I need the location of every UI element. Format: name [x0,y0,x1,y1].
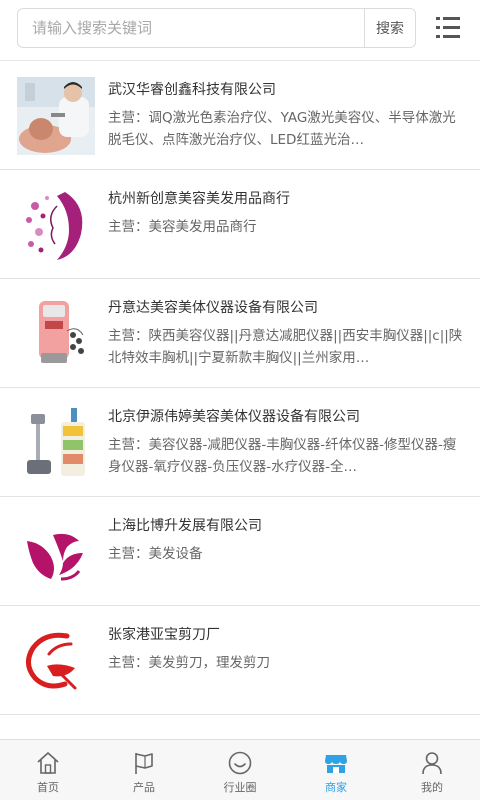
company-item[interactable]: 张家港亚宝剪刀厂 主营：美发剪刀，理发剪刀 [0,606,480,715]
header: 搜索 [0,0,480,60]
flag-icon [135,753,153,774]
nav-mine-label: 我的 [421,781,443,794]
company-description: 主营：调Q激光色素治疗仪、YAG激光美容仪、半导体激光脱毛仪、点阵激光治疗仪、L… [108,110,456,148]
company-thumbnail-magenta-logo [17,513,95,591]
company-item[interactable]: 北京伊源伟婷美容美体仪器设备有限公司 主营：美容仪器-减肥仪器-丰胸仪器-纤体仪… [0,388,480,497]
company-description: 主营：美容美发用品商行 [108,219,257,235]
company-thumbnail-laser-treatment [17,77,95,155]
company-description: 主营：陕西美容仪器||丹意达减肥仪器||西安丰胸仪器||c||陕北特效丰胸机||… [108,328,463,366]
nav-products-label: 产品 [133,781,155,794]
nav-circle[interactable]: 行业圈 [192,740,288,800]
company-thumbnail-beauty-device [17,295,95,373]
search-input[interactable] [18,9,366,47]
nav-home[interactable]: 首页 [0,740,96,800]
smile-icon [228,751,252,775]
company-thumbnail-floral-face [17,186,95,264]
company-name[interactable]: 丹意达美容美体仪器设备有限公司 [108,298,468,318]
company-name[interactable]: 张家港亚宝剪刀厂 [108,625,468,645]
bottom-nav: 首页 产品 行业圈 商家 我的 [0,739,480,800]
nav-mine[interactable]: 我的 [384,740,480,800]
company-item[interactable]: 丹意达美容美体仪器设备有限公司 主营：陕西美容仪器||丹意达减肥仪器||西安丰胸… [0,279,480,388]
nav-merchants[interactable]: 商家 [288,740,384,800]
company-name[interactable]: 上海比博升发展有限公司 [108,516,468,536]
search-button[interactable]: 搜索 [364,9,415,47]
company-item[interactable]: 杭州新创意美容美发用品商行 主营：美容美发用品商行 [0,170,480,279]
company-name[interactable]: 武汉华睿创鑫科技有限公司 [108,80,468,100]
company-description: 主营：美发剪刀，理发剪刀 [108,655,270,671]
company-name[interactable]: 北京伊源伟婷美容美体仪器设备有限公司 [108,407,468,427]
nav-merchants-label: 商家 [325,781,347,794]
company-thumbnail-red-logo [17,622,95,700]
nav-home-label: 首页 [37,781,59,794]
company-thumbnail-body-analyzer [17,404,95,482]
company-description: 主营：美发设备 [108,546,203,562]
nav-products[interactable]: 产品 [96,740,192,800]
company-description: 主营：美容仪器-减肥仪器-丰胸仪器-纤体仪器-修型仪器-瘦身仪器-氧疗仪器-负压… [108,437,457,475]
nav-circle-label: 行业圈 [223,781,257,794]
home-icon [37,752,59,774]
company-name[interactable]: 杭州新创意美容美发用品商行 [108,189,468,209]
search-box: 搜索 [17,8,416,48]
company-list: 武汉华睿创鑫科技有限公司 主营：调Q激光色素治疗仪、YAG激光美容仪、半导体激光… [0,61,480,739]
store-icon [325,755,347,773]
menu-icon[interactable] [432,14,464,42]
company-item[interactable]: 武汉华睿创鑫科技有限公司 主营：调Q激光色素治疗仪、YAG激光美容仪、半导体激光… [0,61,480,170]
company-item[interactable]: 上海比博升发展有限公司 主营：美发设备 [0,497,480,606]
person-icon [422,752,442,775]
